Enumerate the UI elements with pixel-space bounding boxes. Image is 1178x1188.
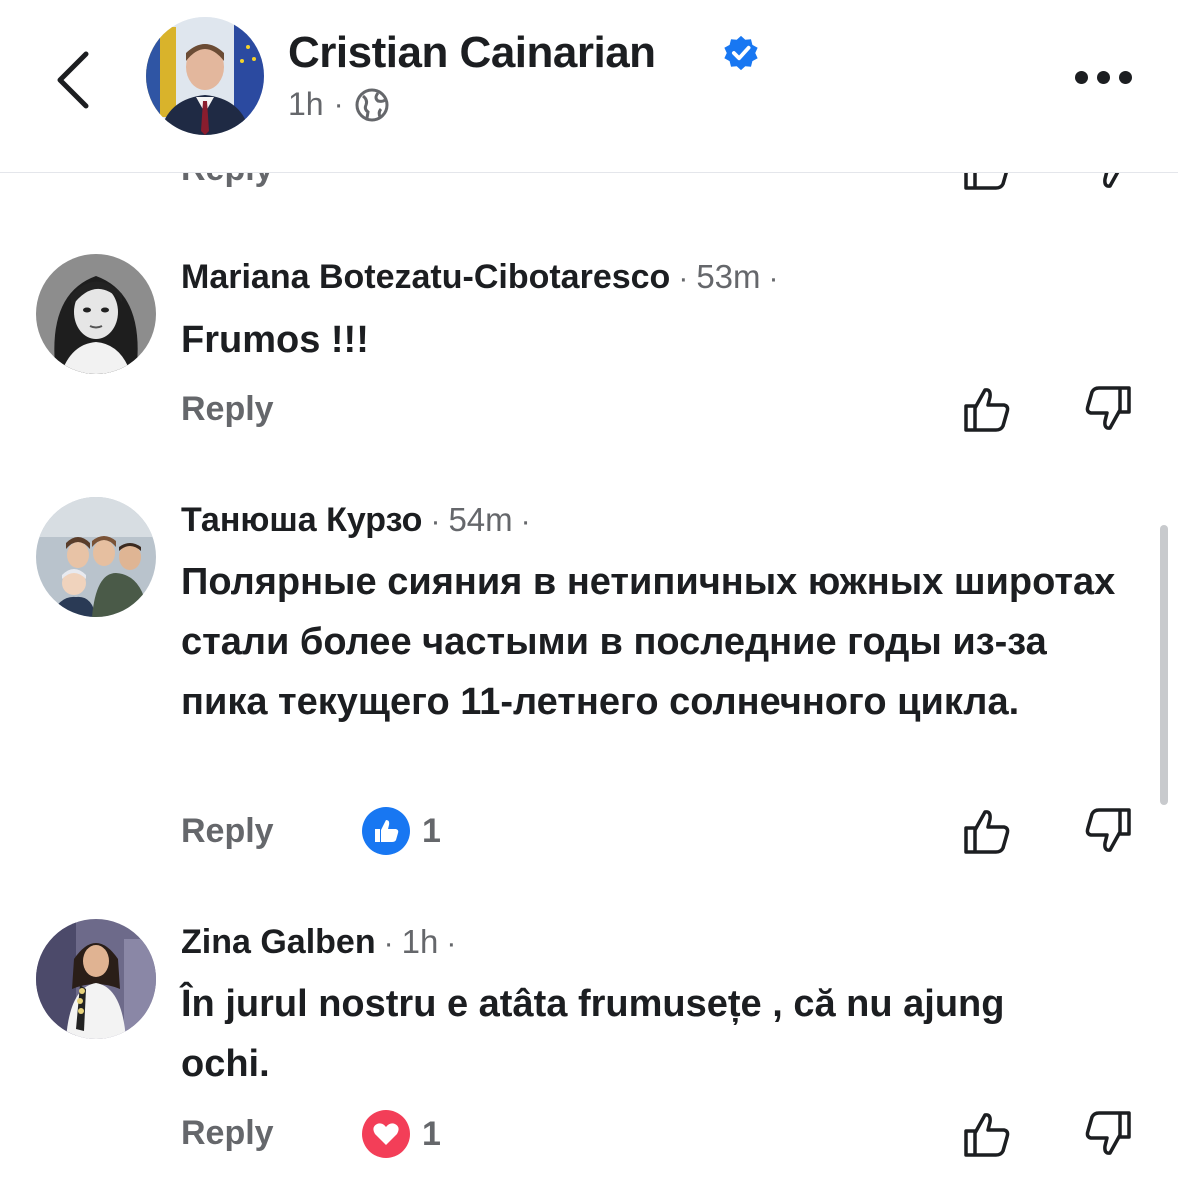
verified-badge-icon bbox=[724, 35, 758, 71]
dislike-outline-icon[interactable] bbox=[1083, 384, 1133, 434]
author-name[interactable]: Cristian Cainarian bbox=[288, 28, 656, 78]
comment-author[interactable]: Zina Galben bbox=[181, 923, 376, 962]
reply-button[interactable]: Reply bbox=[181, 812, 274, 851]
commenter-avatar[interactable] bbox=[36, 919, 156, 1039]
post-header: Cristian Cainarian 1h · bbox=[0, 0, 1178, 173]
comment-time: 53m bbox=[696, 258, 761, 295]
meta-separator: · bbox=[333, 87, 344, 121]
more-icon bbox=[1075, 70, 1088, 84]
comment-time: 1h bbox=[401, 923, 439, 960]
reaction-count: 1 bbox=[422, 811, 441, 850]
dislike-outline-icon[interactable] bbox=[1083, 172, 1133, 190]
like-outline-icon[interactable] bbox=[962, 1109, 1012, 1159]
comment-text: Frumos !!! bbox=[181, 319, 369, 361]
comment-author[interactable]: Танюша Курзо bbox=[181, 501, 422, 540]
like-reaction-icon bbox=[362, 807, 410, 855]
more-options-button[interactable] bbox=[1075, 62, 1139, 92]
reaction-summary[interactable]: 1 bbox=[362, 1110, 441, 1158]
reaction-summary[interactable]: 1 bbox=[362, 807, 441, 855]
author-avatar[interactable] bbox=[146, 17, 264, 135]
reply-button[interactable]: Reply bbox=[181, 172, 274, 189]
comment-author[interactable]: Mariana Botezatu-Cibotaresco bbox=[181, 258, 670, 297]
love-reaction-icon bbox=[362, 1110, 410, 1158]
like-outline-icon[interactable] bbox=[962, 172, 1012, 190]
dislike-outline-icon[interactable] bbox=[1083, 1109, 1133, 1159]
reaction-count: 1 bbox=[422, 1114, 441, 1153]
dislike-outline-icon[interactable] bbox=[1083, 806, 1133, 856]
like-outline-icon[interactable] bbox=[962, 806, 1012, 856]
back-button[interactable] bbox=[44, 40, 104, 120]
comment-text: Полярные сияния в нетипичных южных широт… bbox=[181, 561, 1116, 723]
reply-button[interactable]: Reply bbox=[181, 390, 274, 429]
post-time: 1h bbox=[288, 86, 324, 122]
reply-button[interactable]: Reply bbox=[181, 1114, 274, 1153]
commenter-avatar[interactable] bbox=[36, 254, 156, 374]
scrollbar[interactable] bbox=[1160, 525, 1168, 805]
commenter-avatar[interactable] bbox=[36, 497, 156, 617]
comment-time: 54m bbox=[448, 501, 513, 538]
back-icon bbox=[57, 51, 89, 109]
comment-text: În jurul nostru e atâta frumusețe , că n… bbox=[181, 983, 1005, 1085]
previous-comment-actions: Reply bbox=[0, 172, 1178, 190]
like-outline-icon[interactable] bbox=[962, 384, 1012, 434]
post-meta: 1h · bbox=[288, 86, 390, 123]
globe-icon bbox=[355, 88, 389, 121]
